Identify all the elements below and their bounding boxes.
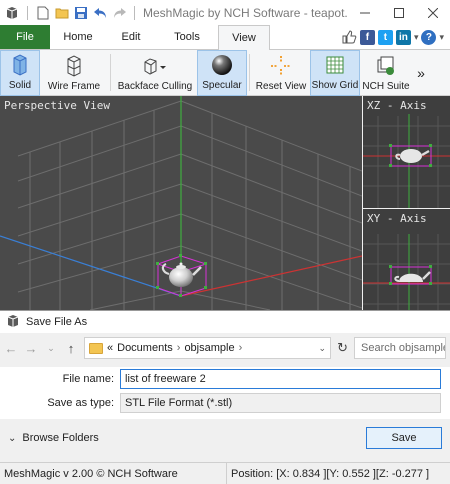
file-name-input[interactable]: list of freeware 2 bbox=[120, 369, 441, 389]
address-row: ← → ⌄ ↑ « Documents › objsample › ⌄ ↻ Se… bbox=[0, 333, 450, 363]
tab-view[interactable]: View bbox=[218, 25, 270, 50]
xz-axis-label: XZ - Axis bbox=[367, 99, 427, 112]
back-arrow-icon[interactable]: ← bbox=[4, 341, 18, 356]
breadcrumb-objsample[interactable]: objsample bbox=[184, 342, 234, 354]
close-button[interactable] bbox=[416, 0, 450, 26]
ribbon-toolbar: Solid Wire Frame Backface Culling Specul… bbox=[0, 50, 450, 96]
backface-culling-button[interactable]: Backface Culling bbox=[113, 50, 197, 96]
nch-suite-icon bbox=[376, 54, 396, 78]
browse-folders-label: Browse Folders bbox=[22, 432, 99, 444]
redo-icon[interactable] bbox=[111, 5, 127, 21]
new-file-icon[interactable] bbox=[35, 5, 51, 21]
help-icon[interactable]: ? bbox=[421, 29, 437, 45]
solid-button[interactable]: Solid bbox=[0, 50, 40, 96]
undo-icon[interactable] bbox=[92, 5, 108, 21]
wire-frame-button[interactable]: Wire Frame bbox=[40, 50, 108, 96]
address-bar[interactable]: « Documents › objsample › ⌄ bbox=[84, 337, 332, 359]
dialog-fields: File name: list of freeware 2 Save as ty… bbox=[0, 367, 450, 419]
window-title: MeshMagic by NCH Software - teapot.obj bbox=[143, 6, 348, 20]
up-arrow-icon[interactable]: ↑ bbox=[64, 341, 78, 356]
dialog-title: Save File As bbox=[26, 316, 88, 328]
reset-view-label: Reset View bbox=[255, 81, 307, 92]
reset-view-button[interactable]: Reset View bbox=[252, 50, 310, 96]
app-icon bbox=[4, 5, 20, 21]
file-name-row: File name: list of freeware 2 bbox=[0, 367, 450, 391]
social-links: f t in ▾ ? ▾ bbox=[342, 25, 450, 49]
specular-sphere-icon bbox=[211, 53, 233, 77]
tab-file[interactable]: File bbox=[0, 25, 50, 49]
refresh-icon[interactable]: ↻ bbox=[337, 340, 348, 356]
thumbs-up-icon[interactable] bbox=[342, 30, 357, 45]
ribbon-overflow-button[interactable]: » bbox=[412, 50, 430, 96]
address-dropdown-icon[interactable]: ⌄ bbox=[319, 343, 327, 354]
nch-suite-button[interactable]: NCH Suite bbox=[360, 50, 412, 96]
separator bbox=[110, 54, 111, 91]
xy-axis-viewport[interactable]: XY - Axis bbox=[363, 209, 450, 310]
tab-home[interactable]: Home bbox=[50, 25, 106, 49]
save-icon[interactable] bbox=[73, 5, 89, 21]
perspective-view-label: Perspective View bbox=[4, 99, 110, 112]
breadcrumb-chevron-icon: › bbox=[176, 342, 181, 354]
breadcrumb-overflow[interactable]: « bbox=[107, 342, 113, 354]
save-type-select[interactable]: STL File Format (*.stl) bbox=[120, 393, 441, 413]
chevron-down-icon[interactable]: ▾ bbox=[414, 32, 419, 43]
backface-culling-label: Backface Culling bbox=[117, 81, 193, 92]
position-readout: Position: [X: 0.834 ][Y: 0.552 ][Z: -0.2… bbox=[226, 462, 429, 484]
xz-grid bbox=[363, 114, 450, 208]
forward-arrow-icon[interactable]: → bbox=[24, 341, 38, 356]
save-type-label: Save as type: bbox=[47, 397, 114, 409]
facebook-icon[interactable]: f bbox=[359, 29, 375, 45]
twitter-icon[interactable]: t bbox=[377, 29, 393, 45]
quick-access-toolbar bbox=[0, 5, 139, 21]
title-bar: MeshMagic by NCH Software - teapot.obj bbox=[0, 0, 450, 26]
tab-edit[interactable]: Edit bbox=[106, 25, 156, 49]
status-bar: MeshMagic v 2.00 © NCH Software Position… bbox=[0, 462, 450, 484]
backface-culling-icon bbox=[142, 54, 168, 78]
show-grid-label: Show Grid bbox=[311, 80, 359, 91]
teapot-model bbox=[161, 262, 202, 287]
xy-axis-label: XY - Axis bbox=[367, 212, 427, 225]
tab-tools[interactable]: Tools bbox=[156, 25, 218, 49]
dialog-footer: ⌄ Browse Folders Save bbox=[0, 419, 450, 457]
crosshair-icon bbox=[270, 54, 292, 78]
chevron-down-icon[interactable]: ▾ bbox=[439, 32, 444, 43]
linkedin-icon[interactable]: in bbox=[395, 29, 411, 45]
breadcrumb-chevron-icon: › bbox=[238, 342, 243, 354]
separator bbox=[249, 54, 250, 91]
grid-icon bbox=[325, 53, 345, 77]
perspective-grid bbox=[0, 96, 362, 310]
version-text: MeshMagic v 2.00 © NCH Software bbox=[4, 467, 178, 480]
minimize-button[interactable] bbox=[348, 0, 382, 26]
nch-suite-label: NCH Suite bbox=[362, 81, 410, 92]
dialog-app-icon bbox=[6, 314, 20, 331]
separator bbox=[134, 6, 135, 20]
maximize-button[interactable] bbox=[382, 0, 416, 26]
wire-frame-icon bbox=[65, 54, 83, 78]
perspective-viewport[interactable]: Perspective View bbox=[0, 96, 362, 310]
file-name-label: File name: bbox=[62, 373, 114, 385]
solid-label: Solid bbox=[8, 80, 32, 91]
xz-axis-viewport[interactable]: XZ - Axis bbox=[363, 96, 450, 208]
browse-folders-toggle[interactable]: ⌄ Browse Folders bbox=[8, 432, 99, 444]
recent-locations-chevron-icon[interactable]: ⌄ bbox=[44, 343, 58, 354]
solid-icon bbox=[11, 53, 29, 77]
save-file-dialog: Save File As ← → ⌄ ↑ « Documents › objsa… bbox=[0, 310, 450, 462]
breadcrumb-documents[interactable]: Documents bbox=[117, 342, 173, 354]
search-input[interactable]: Search objsample bbox=[354, 337, 446, 359]
specular-button[interactable]: Specular bbox=[197, 50, 247, 96]
folder-icon bbox=[89, 342, 103, 354]
save-type-row: Save as type: STL File Format (*.stl) bbox=[0, 391, 450, 415]
dialog-title-bar: Save File As bbox=[0, 311, 450, 333]
ribbon-tab-bar: File Home Edit Tools View f t in ▾ ? ▾ bbox=[0, 25, 450, 50]
chevron-down-icon: ⌄ bbox=[8, 432, 17, 444]
wire-frame-label: Wire Frame bbox=[47, 81, 101, 92]
specular-label: Specular bbox=[202, 80, 242, 91]
save-button[interactable]: Save bbox=[366, 427, 442, 449]
open-folder-icon[interactable] bbox=[54, 5, 70, 21]
separator bbox=[27, 6, 28, 20]
show-grid-button[interactable]: Show Grid bbox=[310, 50, 360, 96]
